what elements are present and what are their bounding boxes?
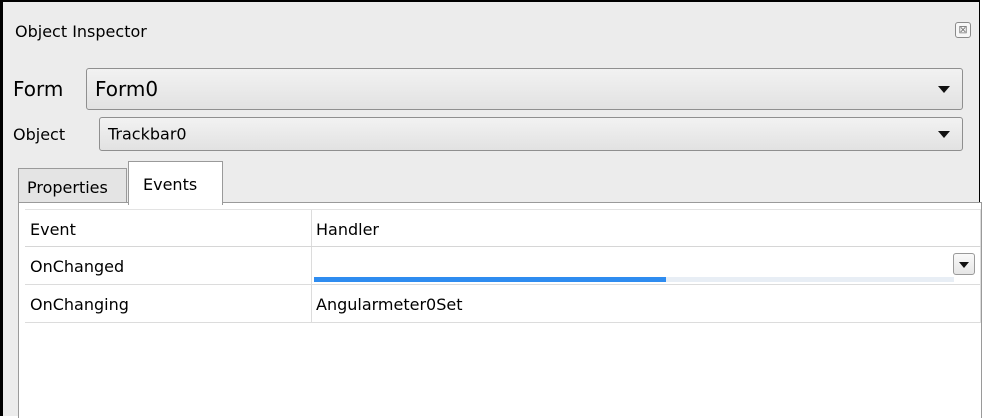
chevron-down-icon: [938, 131, 950, 138]
handler-value[interactable]: Angularmeter0Set: [312, 285, 981, 322]
tab-events-label: Events: [143, 175, 198, 194]
tab-properties-label: Properties: [27, 178, 108, 197]
events-grid: Event Handler OnChanged OnChanging Angul…: [25, 209, 981, 323]
progress-fill: [314, 277, 666, 282]
event-name[interactable]: OnChanged: [25, 247, 312, 284]
chevron-down-icon: [959, 262, 969, 268]
event-name[interactable]: OnChanging: [25, 285, 312, 322]
form-select[interactable]: Form0: [86, 68, 963, 110]
column-header-handler[interactable]: Handler: [312, 210, 981, 246]
tab-properties[interactable]: Properties: [18, 168, 127, 202]
close-icon[interactable]: ⊠: [955, 22, 971, 38]
handler-edit-field[interactable]: [312, 247, 981, 284]
object-inspector-window: Object Inspector ⊠ Form Form0 Object Tra…: [0, 0, 982, 418]
table-row[interactable]: OnChanged: [25, 247, 981, 285]
chevron-down-icon: [938, 86, 950, 93]
window-title: Object Inspector: [15, 22, 147, 41]
progress-bar: [314, 277, 954, 282]
events-panel: Event Handler OnChanged OnChanging Angul…: [18, 202, 982, 418]
grid-header: Event Handler: [25, 209, 981, 247]
title-bar: Object Inspector ⊠: [3, 2, 979, 60]
column-header-event[interactable]: Event: [25, 210, 312, 246]
form-label: Form: [13, 77, 64, 101]
form-select-value: Form0: [95, 77, 159, 101]
table-row[interactable]: OnChanging Angularmeter0Set: [25, 285, 981, 323]
object-select[interactable]: Trackbar0: [99, 117, 963, 151]
tab-events[interactable]: Events: [128, 161, 223, 205]
object-label: Object: [13, 125, 66, 144]
object-select-value: Trackbar0: [108, 124, 187, 144]
handler-dropdown-button[interactable]: [953, 253, 975, 275]
